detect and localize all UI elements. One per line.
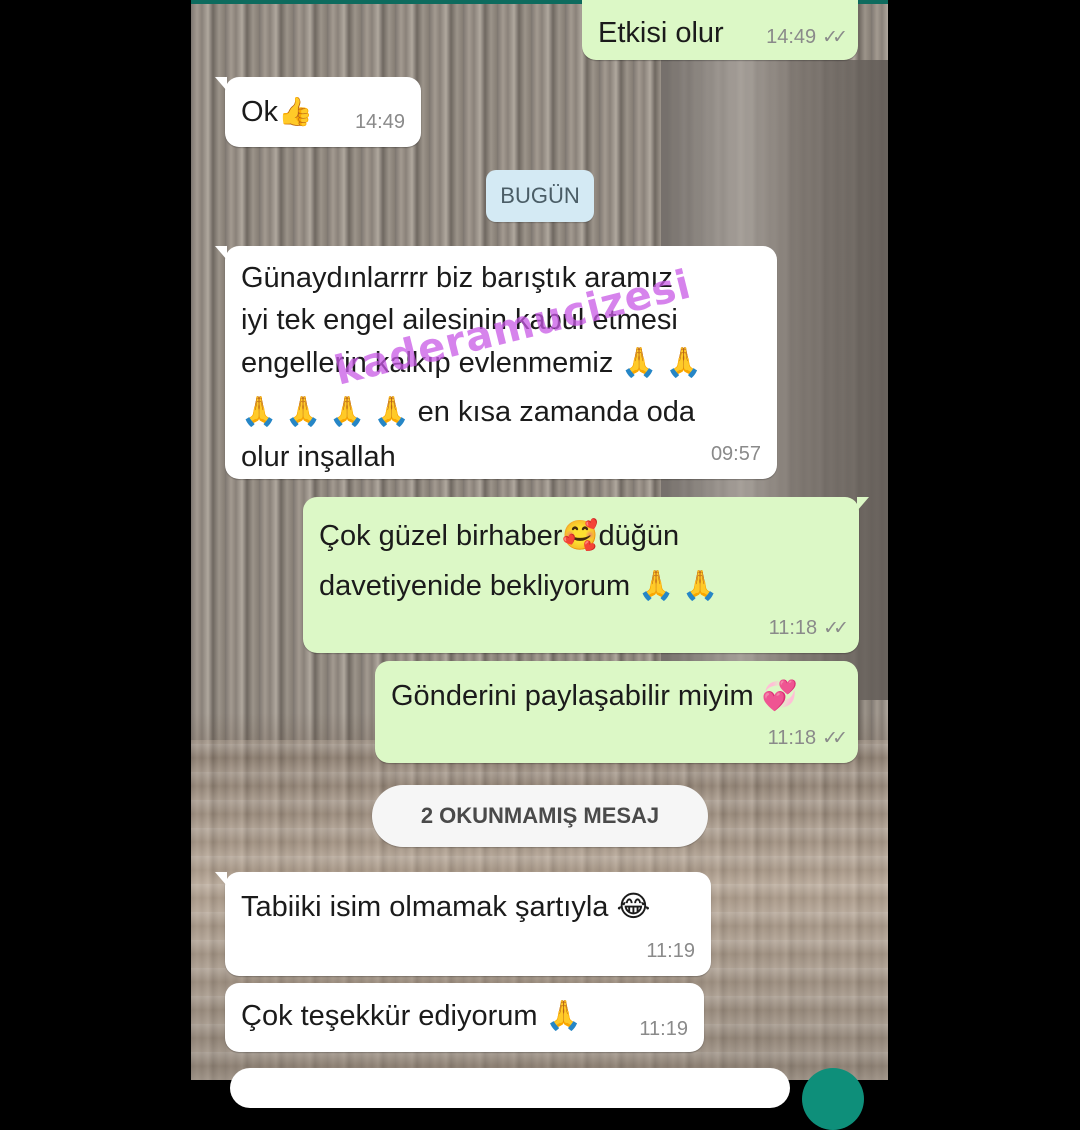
double-check-icon: ✓✓ xyxy=(823,618,849,639)
unread-messages-divider: 2 OKUNMAMIŞ MESAJ xyxy=(372,785,708,847)
message-time: 11:19 xyxy=(646,940,695,962)
message-text: Tabiiki isim olmamak şartıyla 😂 xyxy=(241,891,651,923)
bubble-tail xyxy=(215,77,227,91)
message-meta: 11:18 ✓✓ xyxy=(767,724,848,753)
message-input[interactable] xyxy=(230,1068,790,1108)
double-check-icon: ✓✓ xyxy=(822,27,848,48)
message-incoming[interactable]: Günaydınlarrrr biz barıştık aramız iyi t… xyxy=(215,246,777,479)
message-outgoing[interactable]: Gönderini paylaşabilir miyim 💞 11:18 ✓✓ xyxy=(375,661,858,763)
message-line: 🙏 🙏 🙏 🙏 en kısa zamanda oda xyxy=(241,396,695,428)
bubble-tail xyxy=(215,872,227,886)
message-incoming[interactable]: Ok👍 14:49 xyxy=(215,77,421,147)
message-time: 11:18 xyxy=(768,617,818,639)
message-incoming[interactable]: Tabiiki isim olmamak şartıyla 😂 11:19 xyxy=(215,872,711,976)
thumbs-up-icon: 👍 xyxy=(278,95,313,128)
message-time: 14:49 xyxy=(766,26,817,48)
message-line: Çok güzel birhaber🥰düğün xyxy=(319,520,680,552)
message-line: davetiyenide bekliyorum 🙏 🙏 xyxy=(319,570,719,602)
message-outgoing[interactable]: Çok güzel birhaber🥰düğün davetiyenide be… xyxy=(303,497,869,653)
bubble-tail xyxy=(857,497,869,511)
message-time: 14:49 xyxy=(354,111,405,133)
message-line: iyi tek engel ailesinin kabul etmesi xyxy=(241,304,678,336)
message-incoming[interactable]: Çok teşekkür ediyorum 🙏 11:19 xyxy=(225,983,704,1052)
message-line: engellerin kalkıp evlenmemiz 🙏 🙏 xyxy=(241,347,702,379)
double-check-icon: ✓✓ xyxy=(822,728,848,749)
message-meta: 14:49 ✓✓ xyxy=(766,23,848,52)
message-time: 11:19 xyxy=(639,1018,688,1040)
send-button[interactable] xyxy=(802,1068,864,1130)
bubble-tail xyxy=(215,246,227,260)
message-time: 11:18 xyxy=(767,727,817,749)
date-label: BUGÜN xyxy=(500,183,580,208)
message-line: Günaydınlarrrr biz barıştık aramız xyxy=(241,262,673,294)
message-text: Çok teşekkür ediyorum 🙏 xyxy=(241,1000,582,1032)
message-text: Gönderini paylaşabilir miyim 💞 xyxy=(391,680,798,712)
date-divider: BUGÜN xyxy=(486,170,594,222)
message-time: 09:57 xyxy=(710,443,761,465)
message-outgoing[interactable]: Etkisi olur 14:49 ✓✓ xyxy=(582,0,858,60)
message-line: olur inşallah xyxy=(241,441,396,473)
unread-label: 2 OKUNMAMIŞ MESAJ xyxy=(420,803,660,828)
message-meta: 11:18 ✓✓ xyxy=(768,614,849,643)
